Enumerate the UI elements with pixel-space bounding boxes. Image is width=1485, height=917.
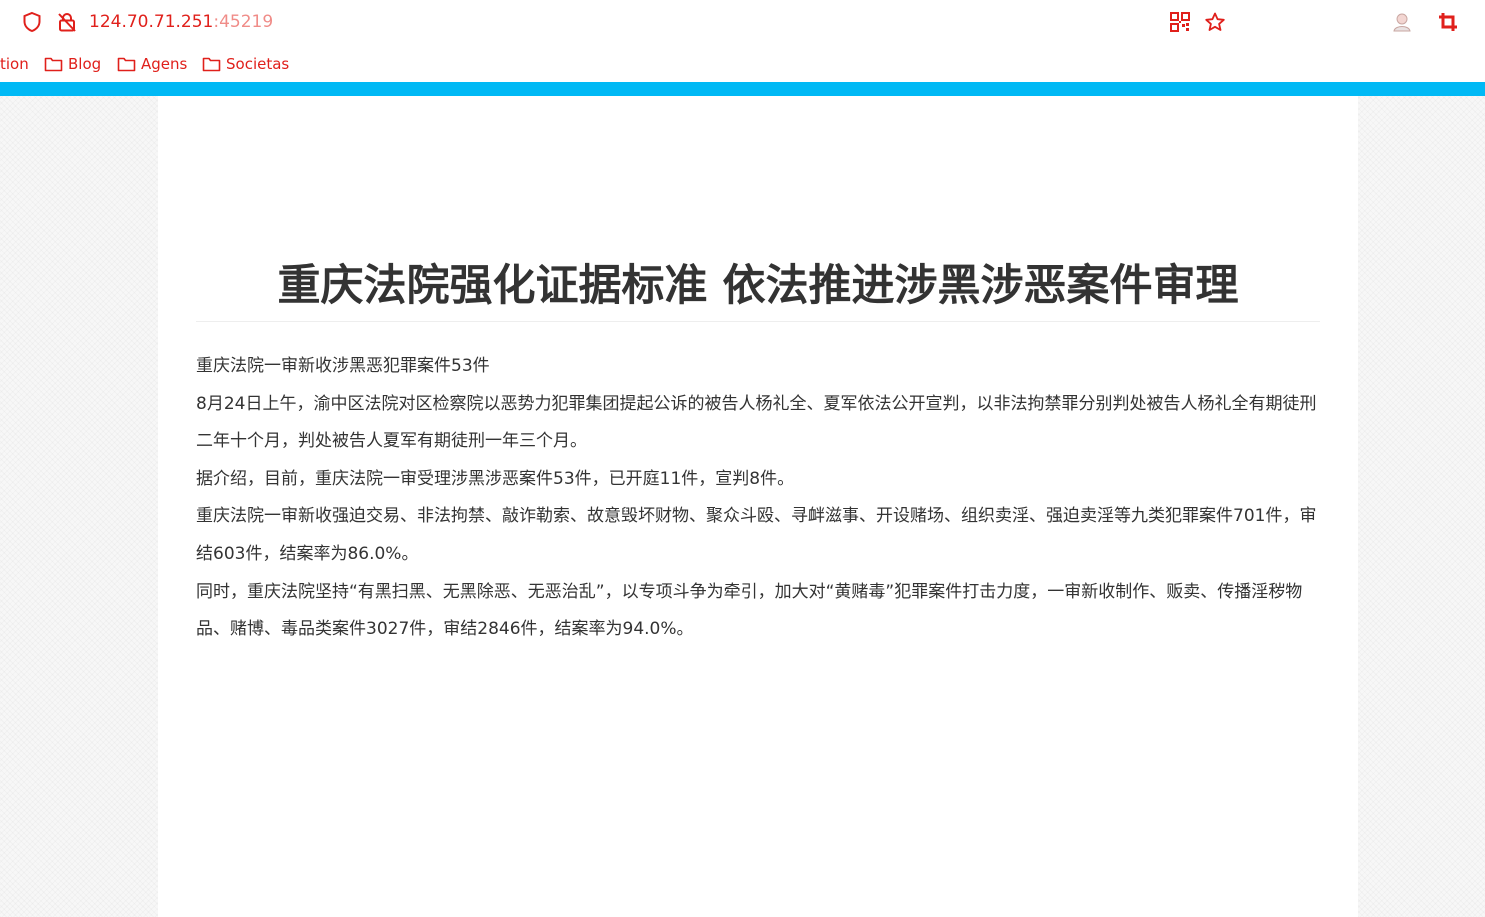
article-body: 重庆法院一审新收涉黑恶犯罪案件53件 8月24日上午，渝中区法院对区检察院以恶势… (196, 348, 1320, 649)
url-host: 124.70.71.251 (89, 12, 214, 32)
browser-toolbar: 124.70.71.251:45219 tion Blog Agens Soci… (0, 0, 1485, 82)
bookmark-label: Societas (226, 55, 290, 73)
article-title: 重庆法院强化证据标准 依法推进涉黑涉恶案件审理 (277, 261, 1239, 311)
article-paragraph: 据介绍，目前，重庆法院一审受理涉黑涉恶案件53件，已开庭11件，宣判8件。 (196, 468, 795, 489)
bookmarks-bar: tion Blog Agens Societas (0, 52, 1485, 76)
title-divider (196, 321, 1320, 322)
article-container: 重庆法院强化证据标准 依法推进涉黑涉恶案件审理 重庆法院一审新收涉黑恶犯罪案件5… (158, 96, 1358, 917)
article-paragraph: 重庆法院一审新收涉黑恶犯罪案件53件 (196, 356, 490, 376)
article-paragraph: 8月24日上午，渝中区法院对区检察院以恶势力犯罪集团提起公诉的被告人杨礼全、夏军… (196, 393, 1317, 452)
folder-icon (117, 57, 136, 72)
article-paragraph: 重庆法院一审新收强迫交易、非法拘禁、敲诈勒索、故意毁坏财物、聚众斗殴、寻衅滋事、… (196, 506, 1317, 564)
folder-icon (202, 57, 221, 72)
url-field[interactable]: 124.70.71.251:45219 (89, 11, 273, 33)
bookmark-star-icon[interactable] (1204, 11, 1226, 33)
shield-icon[interactable] (21, 11, 43, 33)
bookmark-label: Agens (141, 55, 188, 73)
bookmark-label: tion (0, 55, 29, 73)
site-header-bar (0, 82, 1485, 96)
bookmark-folder-blog[interactable]: Blog (44, 52, 101, 76)
avatar-icon[interactable] (1391, 11, 1413, 33)
article-paragraph: 同时，重庆法院坚持“有黑扫黑、无黑除恶、无恶治乱”，以专项斗争为牵引，加大对“黄… (196, 581, 1303, 640)
qr-code-icon[interactable] (1169, 11, 1191, 33)
address-bar[interactable]: 124.70.71.251:45219 (0, 0, 1485, 44)
bookmark-label: Blog (68, 55, 102, 73)
bookmark-folder-partial[interactable]: tion (0, 52, 29, 76)
bookmark-folder-agens[interactable]: Agens (117, 52, 187, 76)
insecure-lock-icon[interactable] (56, 11, 78, 33)
bookmark-folder-societas[interactable]: Societas (202, 52, 289, 76)
url-port: :45219 (213, 12, 274, 32)
folder-icon (44, 57, 63, 72)
crop-extension-icon[interactable] (1437, 11, 1459, 33)
